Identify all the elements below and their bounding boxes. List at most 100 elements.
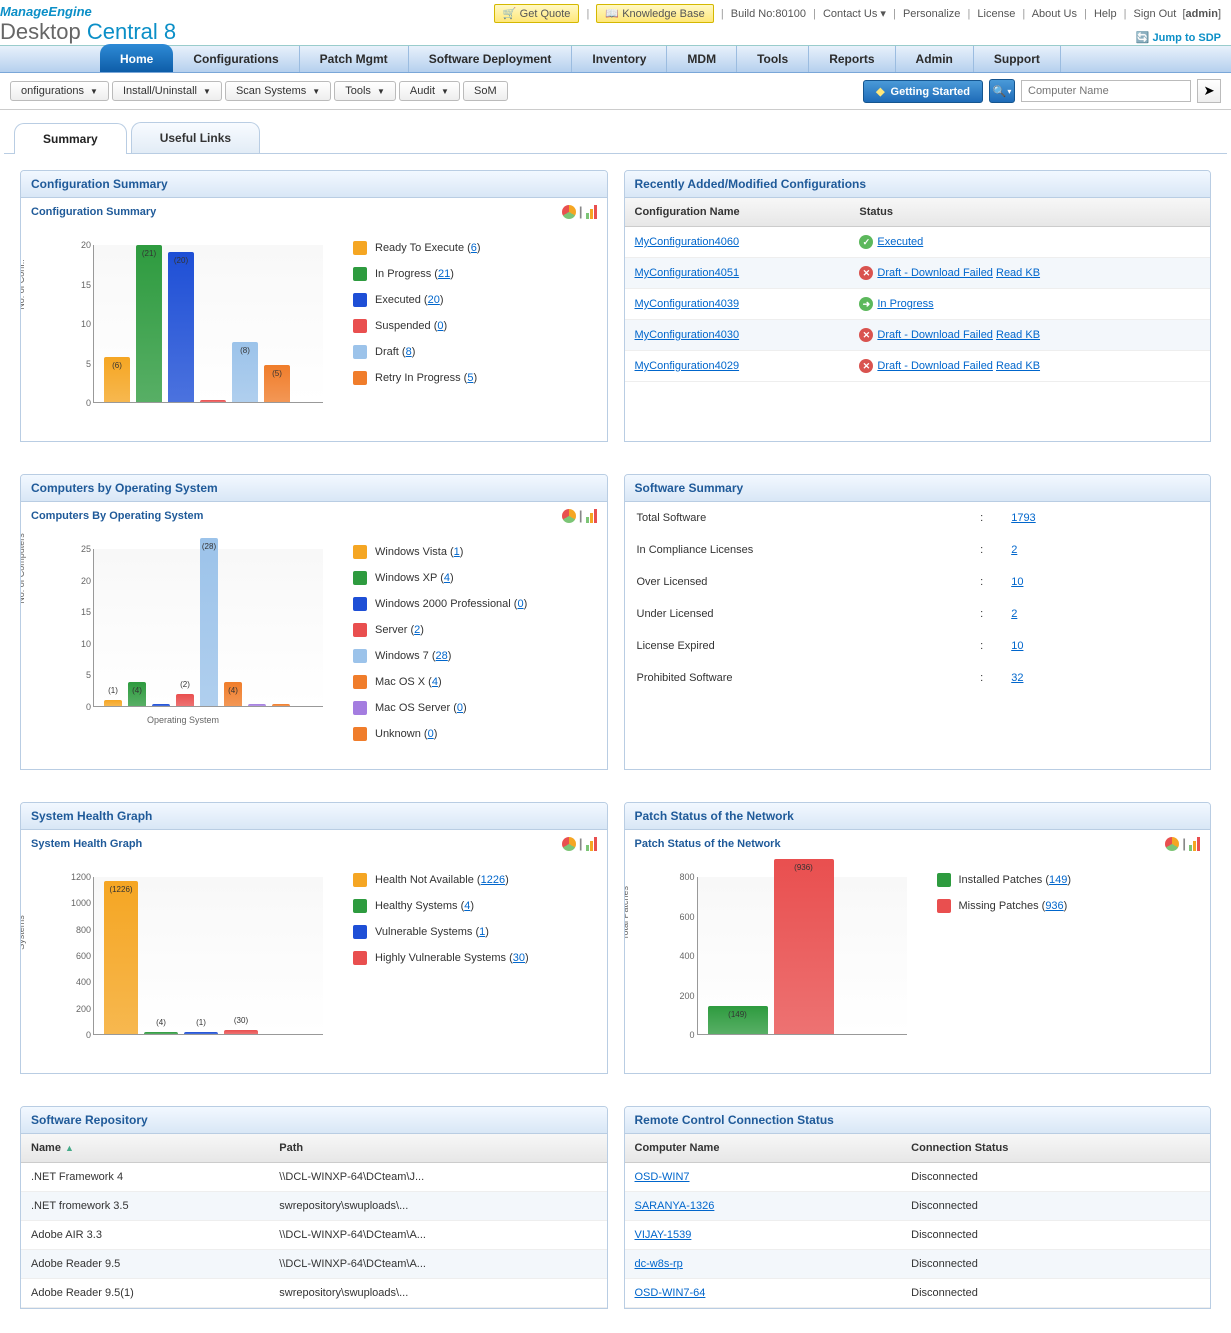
chart-bar[interactable] <box>152 704 170 706</box>
legend-item[interactable]: Healthy Systems (4) <box>353 899 529 913</box>
legend-item[interactable]: Executed (20) <box>353 293 481 307</box>
about-link[interactable]: About Us <box>1032 8 1077 20</box>
sign-out-link[interactable]: Sign Out <box>1134 8 1177 20</box>
nav-tools[interactable]: Tools <box>737 46 809 72</box>
chart-bar[interactable]: (1) <box>104 700 122 706</box>
license-link[interactable]: License <box>977 8 1015 20</box>
legend-item[interactable]: Draft (8) <box>353 345 481 359</box>
knowledge-base-button[interactable]: 📖 Knowledge Base <box>596 4 713 23</box>
computer-link[interactable]: OSD-WIN7 <box>635 1171 690 1183</box>
help-link[interactable]: Help <box>1094 8 1117 20</box>
status-link[interactable]: Draft - Download Failed <box>877 267 993 279</box>
subnav-audit[interactable]: Audit ▼ <box>399 81 460 101</box>
legend-item[interactable]: Mac OS X (4) <box>353 675 527 689</box>
chart-bar[interactable]: (4) <box>224 682 242 706</box>
nav-reports[interactable]: Reports <box>809 46 895 72</box>
chart-bar[interactable] <box>272 704 290 706</box>
search-type-button[interactable]: 🔍▾ <box>989 79 1015 103</box>
read-kb-link[interactable]: Read KB <box>996 329 1040 341</box>
nav-admin[interactable]: Admin <box>896 46 974 72</box>
chart-bar[interactable]: (936) <box>774 859 834 1035</box>
legend-item[interactable]: Unknown (0) <box>353 727 527 741</box>
pie-icon[interactable] <box>562 837 576 851</box>
sw-value-link[interactable]: 1793 <box>1011 512 1035 524</box>
config-link[interactable]: MyConfiguration4051 <box>635 267 740 279</box>
bars-icon[interactable] <box>586 205 597 219</box>
chart-bar[interactable]: (4) <box>144 1032 178 1034</box>
legend-item[interactable]: In Progress (21) <box>353 267 481 281</box>
nav-mdm[interactable]: MDM <box>667 46 737 72</box>
sw-value-link[interactable]: 10 <box>1011 640 1023 652</box>
legend-item[interactable]: Server (2) <box>353 623 527 637</box>
read-kb-link[interactable]: Read KB <box>996 360 1040 372</box>
bars-icon[interactable] <box>586 509 597 523</box>
sw-value-link[interactable]: 2 <box>1011 544 1017 556</box>
getting-started-button[interactable]: Getting Started <box>863 80 983 103</box>
nav-home[interactable]: Home <box>100 44 173 72</box>
status-link[interactable]: In Progress <box>877 298 933 310</box>
tab-useful-links[interactable]: Useful Links <box>131 122 260 153</box>
legend-item[interactable]: Health Not Available (1226) <box>353 873 529 887</box>
config-link[interactable]: MyConfiguration4039 <box>635 298 740 310</box>
subnav-install-uninstall[interactable]: Install/Uninstall ▼ <box>112 81 222 101</box>
chart-bar[interactable]: (1) <box>184 1032 218 1034</box>
chart-bar[interactable]: (4) <box>128 682 146 706</box>
sw-value-link[interactable]: 10 <box>1011 576 1023 588</box>
bars-icon[interactable] <box>1189 837 1200 851</box>
personalize-link[interactable]: Personalize <box>903 8 960 20</box>
sw-value-link[interactable]: 2 <box>1011 608 1017 620</box>
status-link[interactable]: Draft - Download Failed <box>877 329 993 341</box>
status-link[interactable]: Executed <box>877 236 923 248</box>
config-link[interactable]: MyConfiguration4060 <box>635 236 740 248</box>
chart-bar[interactable]: (30) <box>224 1030 258 1034</box>
chart-bar[interactable]: (6) <box>104 357 130 402</box>
nav-inventory[interactable]: Inventory <box>572 46 667 72</box>
legend-item[interactable]: Mac OS Server (0) <box>353 701 527 715</box>
subnav-scan-systems[interactable]: Scan Systems ▼ <box>225 81 331 101</box>
contact-link[interactable]: Contact Us ▾ <box>823 8 886 20</box>
legend-item[interactable]: Installed Patches (149) <box>937 873 1072 887</box>
nav-patch-mgmt[interactable]: Patch Mgmt <box>300 46 409 72</box>
nav-support[interactable]: Support <box>974 46 1061 72</box>
pie-icon[interactable] <box>1165 837 1179 851</box>
search-input[interactable] <box>1021 80 1191 102</box>
nav-configurations[interactable]: Configurations <box>173 46 299 72</box>
get-quote-button[interactable]: 🛒 Get Quote <box>494 4 580 23</box>
legend-item[interactable]: Ready To Execute (6) <box>353 241 481 255</box>
chart-bar[interactable]: (20) <box>168 252 194 402</box>
legend-item[interactable]: Retry In Progress (5) <box>353 371 481 385</box>
legend-item[interactable]: Suspended (0) <box>353 319 481 333</box>
col-name[interactable]: Name▲ <box>21 1134 269 1163</box>
legend-item[interactable]: Vulnerable Systems (1) <box>353 925 529 939</box>
legend-item[interactable]: Windows 7 (28) <box>353 649 527 663</box>
chart-bar[interactable]: (2) <box>176 694 194 706</box>
chart-bar[interactable]: (1226) <box>104 881 138 1034</box>
jump-to-sdp-link[interactable]: 🔄 Jump to SDP <box>1136 32 1221 44</box>
status-link[interactable]: Draft - Download Failed <box>877 360 993 372</box>
subnav-onfigurations[interactable]: onfigurations ▼ <box>10 81 109 101</box>
subnav-tools[interactable]: Tools ▼ <box>334 81 396 101</box>
nav-software-deployment[interactable]: Software Deployment <box>409 46 573 72</box>
legend-item[interactable]: Windows Vista (1) <box>353 545 527 559</box>
computer-link[interactable]: dc-w8s-rp <box>635 1258 683 1270</box>
computer-link[interactable]: SARANYA-1326 <box>635 1200 715 1212</box>
chart-bar[interactable]: (21) <box>136 245 162 403</box>
computer-link[interactable]: OSD-WIN7-64 <box>635 1287 706 1299</box>
bars-icon[interactable] <box>586 837 597 851</box>
chart-bar[interactable] <box>248 704 266 706</box>
legend-item[interactable]: Missing Patches (936) <box>937 899 1072 913</box>
col-path[interactable]: Path <box>269 1134 606 1163</box>
pie-icon[interactable] <box>562 509 576 523</box>
pie-icon[interactable] <box>562 205 576 219</box>
read-kb-link[interactable]: Read KB <box>996 267 1040 279</box>
chart-bar[interactable]: (28) <box>200 538 218 706</box>
chart-bar[interactable]: (149) <box>708 1006 768 1034</box>
sw-value-link[interactable]: 32 <box>1011 672 1023 684</box>
chart-bar[interactable]: (5) <box>264 365 290 403</box>
tab-summary[interactable]: Summary <box>14 123 127 154</box>
search-go-button[interactable]: ➤ <box>1197 79 1221 103</box>
chart-bar[interactable]: (8) <box>232 342 258 402</box>
computer-link[interactable]: VIJAY-1539 <box>635 1229 692 1241</box>
subnav-som[interactable]: SoM <box>463 81 508 101</box>
legend-item[interactable]: Highly Vulnerable Systems (30) <box>353 951 529 965</box>
